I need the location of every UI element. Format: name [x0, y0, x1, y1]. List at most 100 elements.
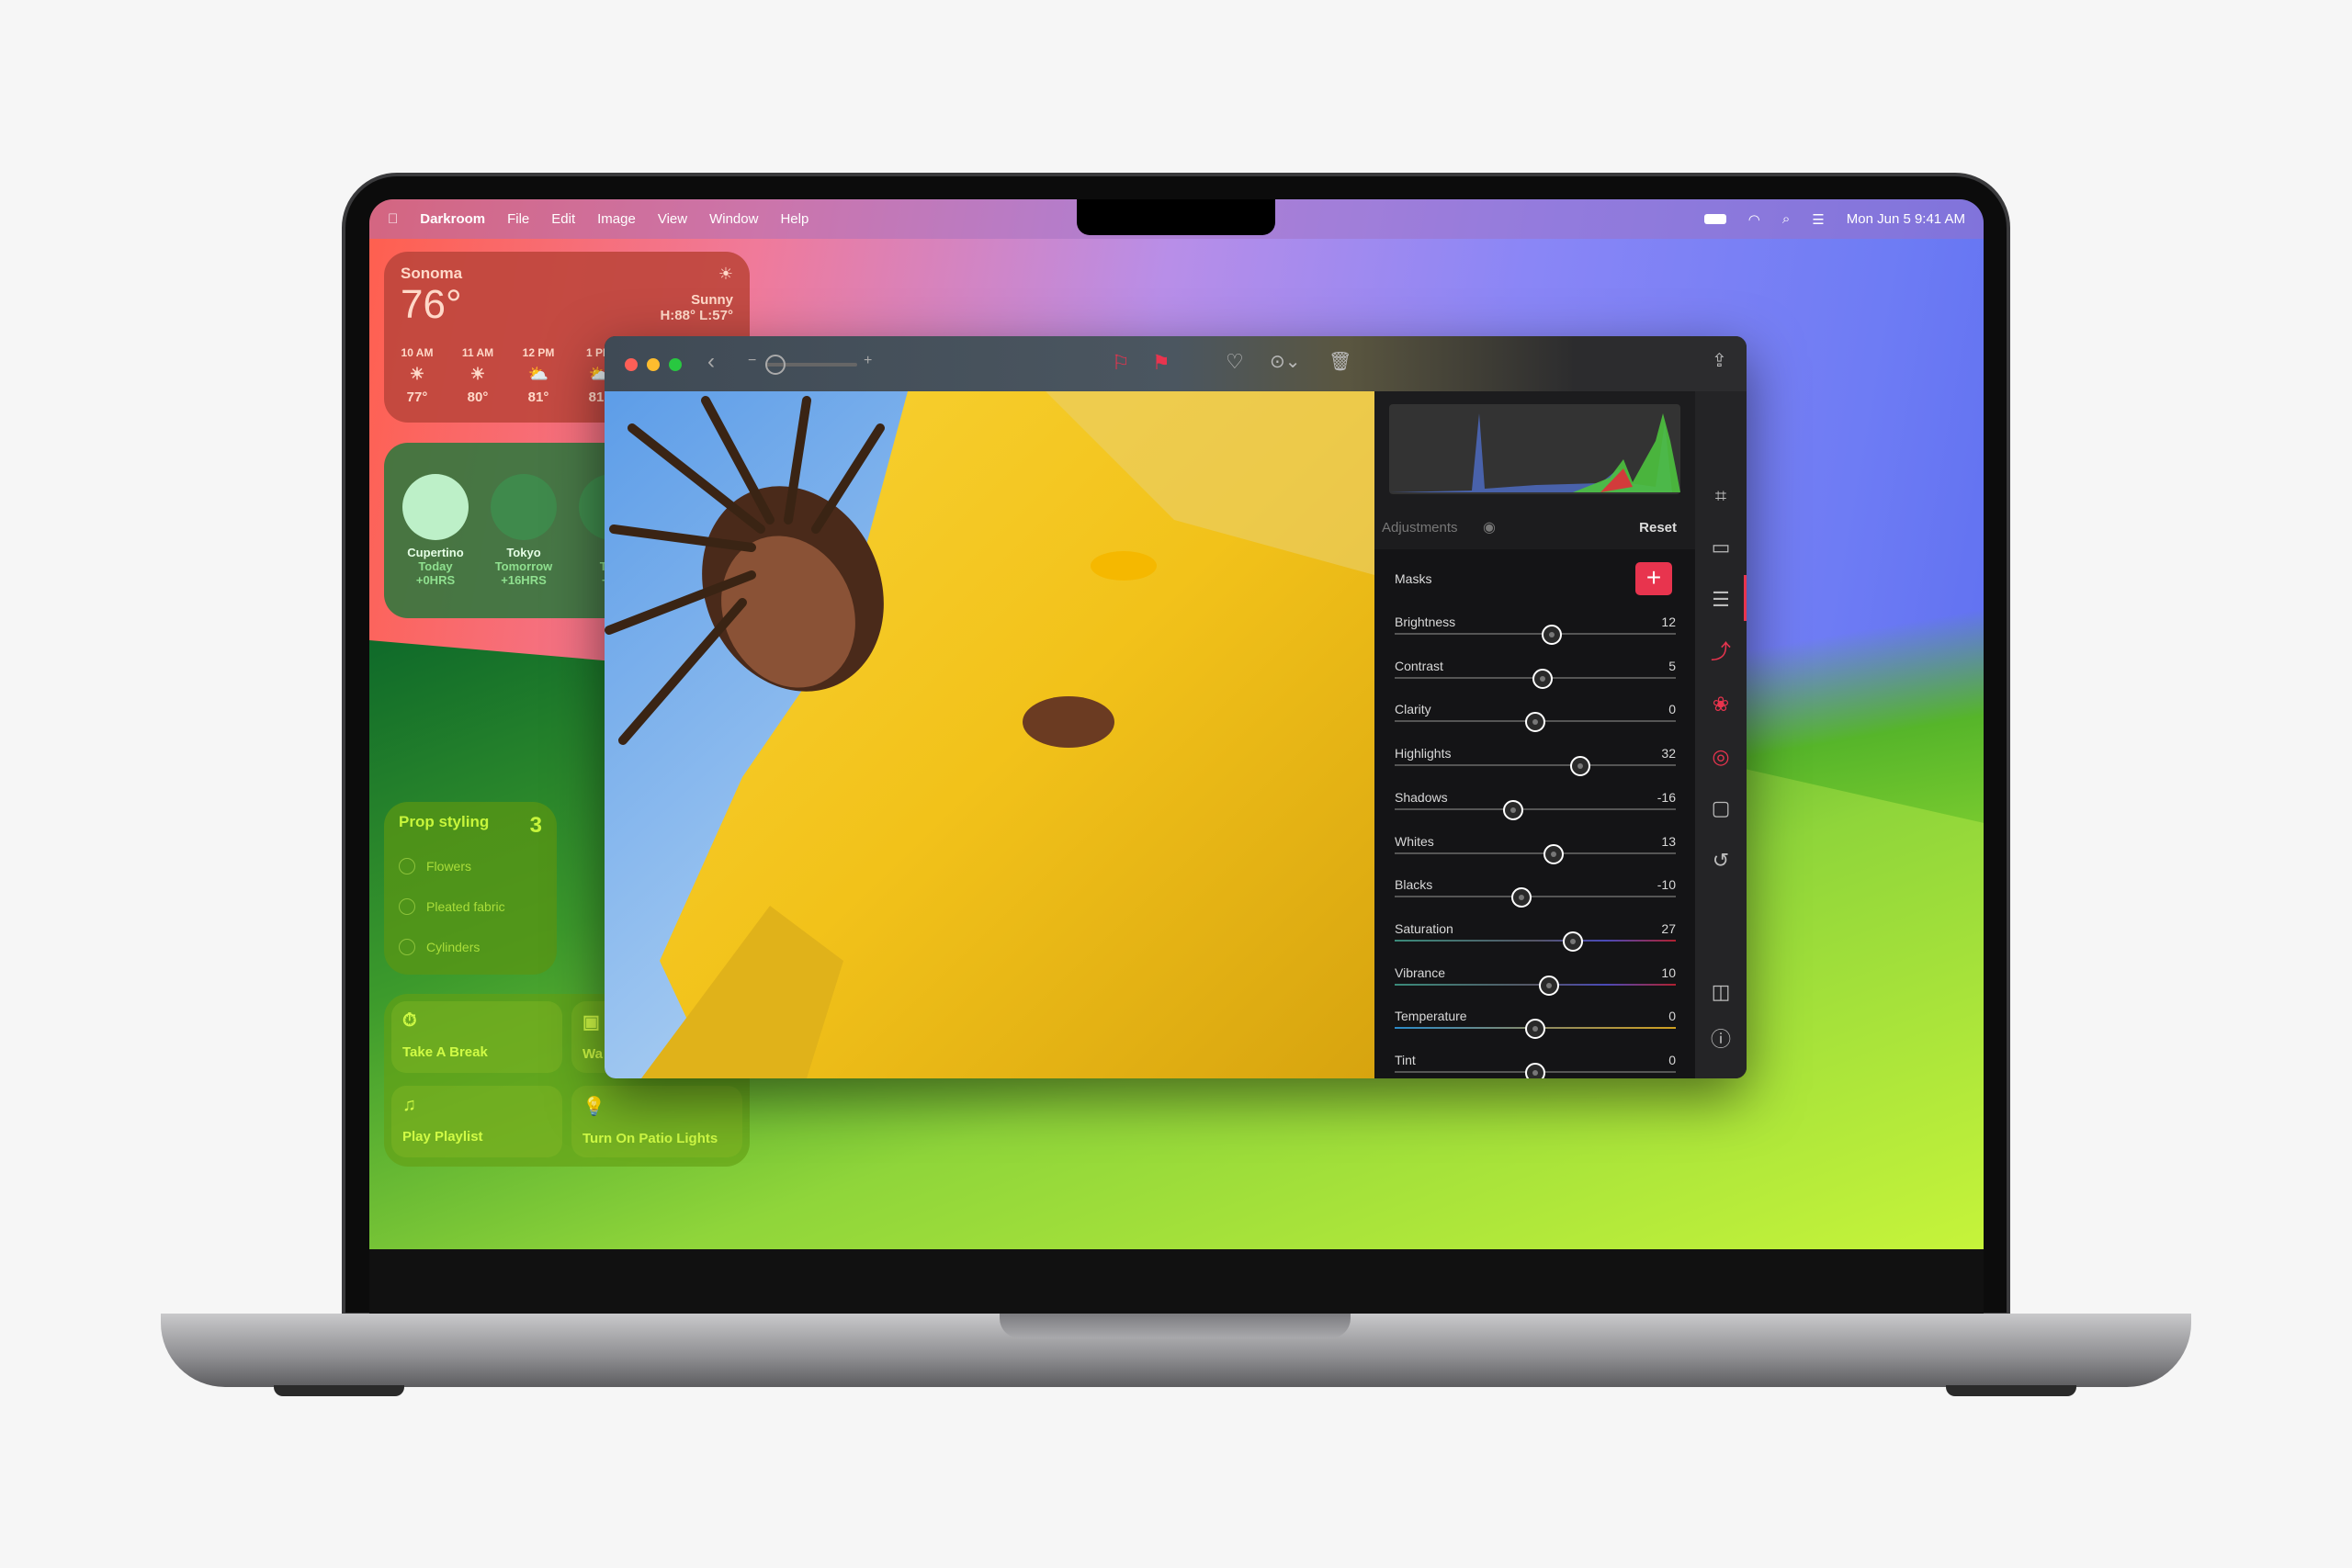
slider-label: Vibrance — [1395, 964, 1446, 980]
slider-value: 5 — [1668, 658, 1676, 673]
search-icon[interactable]: ⌕ — [1782, 211, 1790, 227]
menu-help[interactable]: Help — [780, 211, 808, 227]
slider-knob[interactable] — [1525, 712, 1545, 733]
back-chevron-icon[interactable]: ‹ — [707, 349, 715, 375]
zoom-out-icon[interactable]: − — [748, 353, 756, 369]
slider-brightness[interactable]: Brightness 12 — [1395, 615, 1676, 659]
menu-view[interactable]: View — [658, 211, 687, 227]
sun-icon: ☀ — [469, 365, 486, 383]
timer-icon: ⏱ — [402, 1010, 417, 1031]
photo-canvas[interactable] — [605, 391, 1374, 1078]
slider-track[interactable] — [1395, 983, 1676, 986]
hourly-forecast: 10 AM ☀ 77° — [395, 346, 439, 405]
reminders-widget[interactable]: Prop styling 3 Flowers Pleated fabric Cy… — [384, 802, 557, 975]
selective-color-icon[interactable]: ◎ — [1708, 744, 1734, 770]
minimize-button[interactable] — [647, 358, 660, 371]
flag-icon[interactable]: ⚐ — [1112, 351, 1130, 375]
music-note-icon: ♫ — [402, 1095, 416, 1115]
reminder-item[interactable]: Pleated fabric — [399, 886, 542, 927]
curves-icon[interactable]: ⤴ — [1708, 639, 1734, 665]
menu-clock[interactable]: Mon Jun 5 9:41 AM — [1847, 211, 1965, 227]
info-icon[interactable]: ⓘ — [1708, 1027, 1734, 1053]
desktop-screen:  Darkroom File Edit Image View Window H… — [369, 199, 1984, 1249]
slider-track[interactable] — [1395, 939, 1676, 942]
checkbox-icon — [399, 939, 415, 955]
slider-track[interactable] — [1395, 896, 1676, 898]
add-mask-button[interactable]: + — [1635, 562, 1672, 595]
slider-label: Blacks — [1395, 877, 1433, 893]
lightbulb-icon: 💡 — [582, 1097, 605, 1117]
share-icon[interactable]: ⇪ — [1712, 349, 1727, 372]
battery-icon[interactable] — [1703, 214, 1726, 224]
frame-icon[interactable]: ▢ — [1708, 795, 1734, 821]
slider-shadows[interactable]: Shadows -16 — [1395, 790, 1676, 834]
menu-edit[interactable]: Edit — [551, 211, 575, 227]
menu-window[interactable]: Window — [709, 211, 758, 227]
slider-track[interactable] — [1395, 807, 1676, 810]
slider-knob[interactable] — [1539, 975, 1560, 996]
slider-label: Tint — [1395, 1053, 1416, 1067]
sun-icon: ☀ — [409, 365, 425, 383]
slider-clarity[interactable]: Clarity 0 — [1395, 702, 1676, 746]
control-center-icon[interactable]: ☰ — [1812, 211, 1824, 228]
laptop-bezel — [369, 1249, 1984, 1314]
menu-app-name[interactable]: Darkroom — [420, 211, 485, 227]
slider-knob[interactable] — [1569, 756, 1590, 777]
slider-value: -10 — [1657, 877, 1676, 893]
zoom-slider-knob[interactable] — [765, 355, 786, 375]
more-options-icon[interactable]: ⊙⌄ — [1270, 350, 1301, 373]
slider-blacks[interactable]: Blacks -10 — [1395, 877, 1676, 921]
close-button[interactable] — [625, 358, 638, 371]
weather-city: Sonoma — [401, 265, 463, 282]
reset-button[interactable]: Reset — [1639, 520, 1677, 536]
slider-knob[interactable] — [1525, 1063, 1545, 1078]
wifi-icon[interactable]: ◠ — [1748, 211, 1760, 228]
reminder-item[interactable]: Cylinders — [399, 927, 542, 967]
zoom-button[interactable] — [669, 358, 682, 371]
slider-highlights[interactable]: Highlights 32 — [1395, 746, 1676, 790]
weather-hilo: H:88° L:57° — [660, 308, 733, 323]
slider-knob[interactable] — [1502, 799, 1523, 820]
shortcut-take-a-break[interactable]: ⏱ Take A Break — [391, 1001, 562, 1073]
slider-track[interactable] — [1395, 852, 1676, 854]
slider-saturation[interactable]: Saturation 27 — [1395, 921, 1676, 965]
slider-track[interactable] — [1395, 764, 1676, 767]
slider-tint[interactable]: Tint 0 — [1395, 1053, 1676, 1078]
color-mixer-icon[interactable]: ❀ — [1708, 692, 1734, 717]
trash-icon[interactable]: 🗑 — [1329, 350, 1351, 373]
camera-notch — [1077, 199, 1275, 235]
slider-knob[interactable] — [1510, 887, 1532, 908]
slider-knob[interactable] — [1543, 843, 1564, 864]
clock-face-icon — [402, 474, 469, 540]
slider-track[interactable] — [1395, 633, 1676, 635]
eye-icon[interactable]: ◉ — [1483, 518, 1496, 536]
reject-flag-icon[interactable]: ⚑ — [1152, 351, 1170, 375]
image-info-icon[interactable]: ▭ — [1708, 535, 1734, 560]
slider-temperature[interactable]: Temperature 0 — [1395, 1009, 1676, 1053]
heart-icon[interactable]: ♡ — [1226, 350, 1244, 374]
clock-cupertino: Cupertino Today +0HRS — [401, 474, 470, 587]
slider-knob[interactable] — [1525, 1019, 1545, 1040]
slider-knob[interactable] — [1532, 668, 1553, 689]
slider-vibrance[interactable]: Vibrance 10 — [1395, 965, 1676, 1010]
slider-knob[interactable] — [1542, 625, 1563, 645]
history-icon[interactable]: ↺ — [1708, 848, 1734, 874]
clock-tokyo: Tokyo Tomorrow +16HRS — [489, 474, 559, 587]
shortcut-patio-lights[interactable]: 💡 Turn On Patio Lights — [571, 1086, 742, 1157]
slider-label: Brightness — [1395, 615, 1456, 629]
compare-icon[interactable]: ◫ — [1708, 979, 1734, 1005]
slider-whites[interactable]: Whites 13 — [1395, 834, 1676, 878]
slider-value: 13 — [1661, 833, 1676, 849]
reminder-item[interactable]: Flowers — [399, 846, 542, 886]
slider-knob[interactable] — [1563, 931, 1584, 952]
crop-icon[interactable]: ⌗ — [1708, 483, 1734, 509]
menu-file[interactable]: File — [507, 211, 529, 227]
adjust-sliders-icon[interactable]: ☰ — [1708, 587, 1734, 613]
apple-icon[interactable]:  — [388, 211, 398, 227]
slider-contrast[interactable]: Contrast 5 — [1395, 659, 1676, 703]
slider-value: 27 — [1661, 920, 1676, 936]
slider-label: Temperature — [1395, 1009, 1467, 1024]
menu-image[interactable]: Image — [597, 211, 636, 227]
zoom-in-icon[interactable]: + — [864, 353, 872, 369]
shortcut-play-playlist[interactable]: ♫ Play Playlist — [391, 1086, 562, 1157]
